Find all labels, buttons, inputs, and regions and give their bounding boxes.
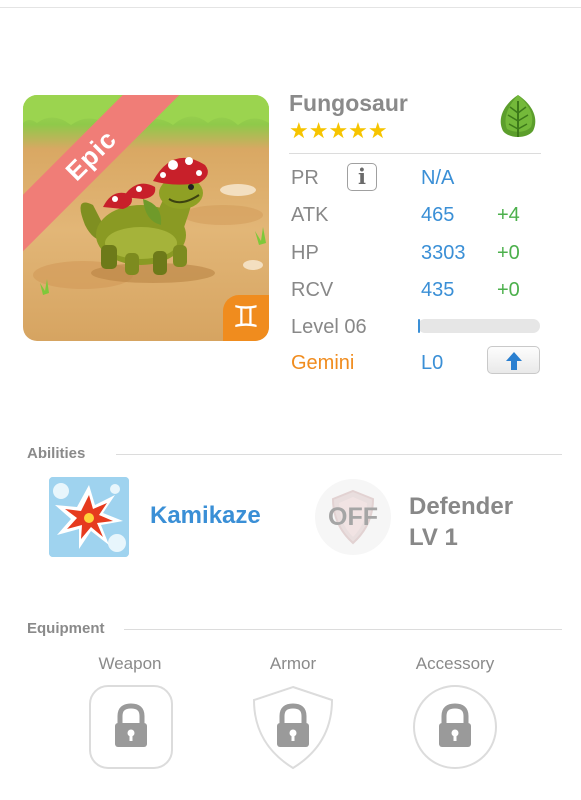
xp-progress-bar [418, 319, 540, 333]
armor-slot[interactable] [250, 684, 336, 770]
pr-info-button[interactable]: i [347, 163, 377, 191]
equipment-title: Equipment [27, 620, 105, 637]
armor-label: Armor [269, 654, 317, 673]
ability-status-off: OFF [328, 503, 378, 531]
rcv-value: 435 [421, 279, 455, 301]
atk-label: ATK [291, 204, 329, 226]
xp-progress-fill [418, 319, 421, 333]
accessory-slot[interactable] [412, 684, 498, 770]
atk-bonus: +4 [497, 204, 520, 226]
ability-name-defender[interactable]: Defender LV 1 [409, 491, 513, 553]
ability-level: LV 1 [409, 524, 458, 551]
rcv-label: RCV [291, 279, 334, 301]
leaf-icon [500, 95, 536, 137]
abilities-divider [116, 454, 562, 455]
up-arrow-icon [506, 352, 522, 370]
hp-bonus: +0 [497, 242, 520, 264]
weapon-label: Weapon [98, 654, 162, 673]
gemini-sign-icon: ♊ [223, 295, 269, 341]
hp-value: 3303 [421, 242, 466, 264]
monster-portrait[interactable]: Epic ♊ [23, 95, 269, 341]
name-divider [289, 153, 541, 154]
sign-level-value: L0 [421, 352, 444, 374]
monster-name: Fungosaur [289, 90, 408, 116]
top-divider [0, 7, 581, 8]
pr-value: N/A [421, 167, 455, 189]
explosion-icon[interactable] [49, 477, 129, 557]
sign-upgrade-button[interactable] [487, 346, 540, 374]
pr-label: PR [291, 167, 319, 189]
abilities-title: Abilities [27, 445, 86, 462]
star-rating: ★★★★★ [289, 118, 388, 143]
ability-name-line1: Defender [409, 493, 514, 520]
sign-label: Gemini [291, 352, 355, 374]
rcv-bonus: +0 [497, 279, 520, 301]
ability-name-kamikaze[interactable]: Kamikaze [150, 502, 261, 530]
equipment-divider [124, 629, 562, 630]
hp-label: HP [291, 242, 319, 264]
weapon-slot[interactable] [88, 684, 174, 770]
accessory-label: Accessory [415, 654, 495, 673]
atk-value: 465 [421, 204, 455, 226]
level-label: Level 06 [291, 316, 367, 338]
